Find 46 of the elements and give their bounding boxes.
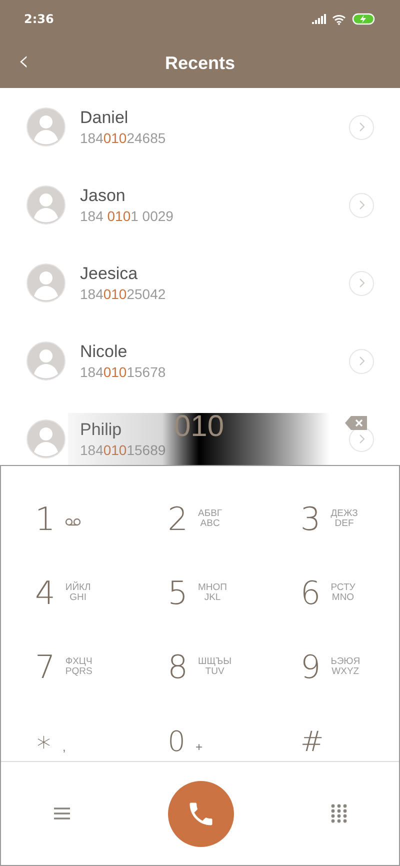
contact-number: 18401015678: [80, 364, 166, 380]
dialpad-icon[interactable]: [331, 804, 347, 823]
details-button[interactable]: [349, 270, 374, 296]
avatar-icon: [26, 185, 66, 225]
menu-icon[interactable]: [54, 807, 70, 820]
contact-name: Philip: [80, 420, 122, 440]
contact-name: Jason: [80, 186, 126, 206]
chevron-right-icon: [358, 278, 366, 288]
chevron-right-icon: [358, 200, 366, 210]
wifi-icon: [332, 14, 346, 24]
dial-key[interactable]: 7 ФХЦЧ PQRS: [1, 630, 134, 704]
details-button[interactable]: [349, 348, 374, 374]
page-title: Recents: [164, 52, 236, 74]
contact-number: 18401025042: [80, 286, 166, 302]
contact-name: Nicole: [80, 342, 128, 362]
chevron-right-icon: [358, 356, 366, 366]
dial-key[interactable]: 9 ЬЭЮЯ WXYZ: [266, 630, 399, 704]
status-time: 2:36: [24, 12, 54, 26]
avatar-icon: [26, 341, 66, 381]
contact-number: 18401015689: [80, 442, 166, 458]
dial-key[interactable]: 0 +: [134, 704, 266, 778]
dial-key[interactable]: #: [266, 704, 399, 778]
chevron-right-icon: [358, 434, 366, 444]
back-button[interactable]: ‹: [12, 46, 36, 76]
details-button[interactable]: [349, 192, 374, 218]
contact-name: Jeesica: [80, 264, 138, 284]
voicemail-icon: [65, 518, 82, 526]
dial-key[interactable]: 3 ДЕЖЗ DEF: [266, 482, 399, 556]
dial-key[interactable]: 2 АБВГ ABC: [134, 482, 266, 556]
details-button[interactable]: [349, 114, 374, 140]
avatar-icon: [26, 419, 66, 459]
contact-name: Daniel: [80, 108, 128, 128]
avatar-icon: [26, 263, 66, 303]
dial-key[interactable]: ∗ ,: [1, 704, 134, 778]
chevron-right-icon: [358, 122, 366, 132]
signal-icon: [312, 14, 326, 24]
backspace-icon[interactable]: [345, 416, 367, 430]
avatar-icon: [26, 107, 66, 147]
contact-number: 184 0101 0029: [80, 208, 174, 224]
dial-key[interactable]: 4 ИЙКЛ GHI: [1, 556, 134, 630]
dial-key[interactable]: 1: [1, 482, 134, 556]
contact-number: 18401024685: [80, 130, 166, 146]
battery-icon: [352, 13, 376, 25]
dial-key[interactable]: 6 РСТУ MNO: [266, 556, 399, 630]
dial-key[interactable]: 5 МНОП JKL: [134, 556, 266, 630]
dial-key[interactable]: 8 ШЩЪЫ TUV: [134, 630, 266, 704]
